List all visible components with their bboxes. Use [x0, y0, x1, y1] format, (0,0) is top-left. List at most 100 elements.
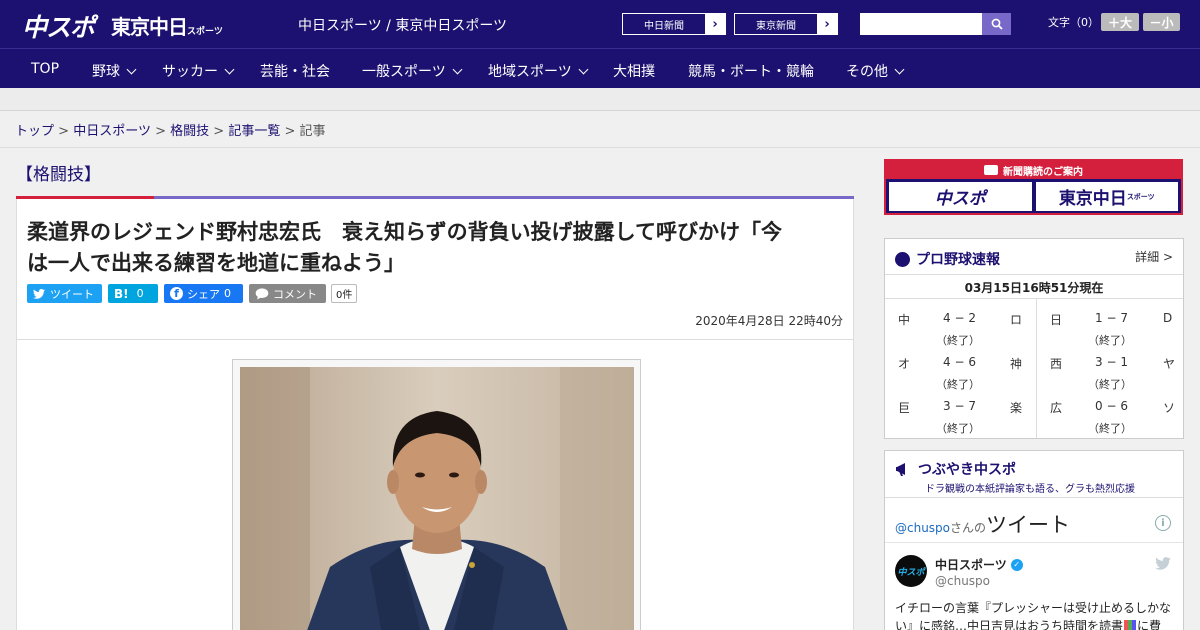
breadcrumb-martial-arts[interactable]: 格闘技 [170, 124, 209, 139]
nav-item-others[interactable]: その他 [846, 61, 905, 81]
facebook-icon: f [170, 287, 183, 300]
game-away-team: ロ [1010, 313, 1023, 327]
nav-item-top[interactable]: TOP [31, 61, 59, 77]
nav-label: 競馬・ボート・競輪 [688, 64, 814, 80]
twitter-handle-link[interactable]: @chuspo [895, 521, 950, 535]
headline-line-2: は一人で出来る練習を地道に重ねよう」 [27, 251, 405, 275]
article-card: 柔道界のレジェンド野村忠宏氏 衰え知らずの背負い投げ披露して呼びかけ「今 は一人… [16, 199, 854, 630]
game-home-team: オ [898, 357, 911, 371]
article-category: 【格闘技】 [16, 165, 101, 185]
chuspo-logo[interactable]: 中スポ [22, 8, 95, 44]
twitter-divider [885, 542, 1183, 543]
tokyo-chunichi-subscribe-logo[interactable]: 東京中日 スポーツ [1035, 182, 1178, 211]
chevron-down-icon [126, 64, 137, 74]
search-icon [991, 18, 1003, 30]
search-button[interactable] [982, 13, 1011, 35]
game-away-team: 楽 [1010, 401, 1023, 415]
game-status: （終了） [936, 378, 980, 391]
comment-button[interactable]: コメント [249, 284, 326, 303]
game-score: 3 − 7 [943, 399, 976, 413]
info-icon[interactable]: i [1155, 515, 1171, 531]
nav-item-sumo[interactable]: 大相撲 [613, 61, 655, 81]
facebook-count: 0 [224, 287, 231, 300]
tokyo-shimbun-link[interactable]: 東京新聞 › [734, 13, 838, 35]
twitter-timeline-header: @chuspoさんのツイート [895, 509, 1070, 539]
sub-bar [0, 88, 1200, 111]
twitter-box: つぶやき中スポ ドラ観戦の本紙評論家も語る、グラも熱烈応援 @chuspoさんの… [884, 450, 1184, 630]
twitter-bird-icon[interactable] [1155, 557, 1171, 570]
newspaper-icon [984, 165, 998, 175]
facebook-share-button[interactable]: f シェア 0 [164, 284, 243, 303]
person-portrait-image [240, 367, 634, 630]
article-photo-frame [232, 359, 641, 630]
game-away-team: 神 [1010, 357, 1023, 371]
account-avatar[interactable]: 中スポ [895, 555, 927, 587]
game-status: （終了） [1088, 378, 1132, 391]
breadcrumb-article-list[interactable]: 記事一覧 [228, 124, 280, 139]
nav-item-general-sports[interactable]: 一般スポーツ [362, 61, 463, 81]
article-date: 2020年4月28日 22時40分 [695, 314, 843, 328]
tokyo-chunichi-logo[interactable]: 東京中日スポーツ [111, 11, 223, 40]
chuspo-subscribe-logo[interactable]: 中スポ [889, 182, 1032, 211]
tokyo-shimbun-label: 東京新聞 [756, 20, 796, 32]
baseball-timestamp: 03月15日16時51分現在 [964, 281, 1104, 295]
nav-item-racing[interactable]: 競馬・ボート・競輪 [688, 61, 814, 81]
twitter-bird-icon [33, 288, 45, 299]
nav-item-regional-sports[interactable]: 地域スポーツ [488, 61, 589, 81]
account-name-row: 中日スポーツ ✓ [935, 556, 1023, 573]
account-handle: @chuspo [935, 574, 991, 588]
subscription-title-text: 新聞購読のご案内 [1003, 166, 1083, 178]
font-larger-button[interactable]: ＋大 [1101, 13, 1139, 31]
game-away-team: D [1163, 311, 1173, 325]
chevron-down-icon [452, 64, 463, 74]
search-input[interactable] [860, 13, 982, 35]
article-divider [17, 339, 853, 340]
nav-label: その他 [846, 64, 888, 80]
comment-count-badge: 0件 [331, 284, 358, 303]
breadcrumb-top[interactable]: トップ [15, 124, 54, 139]
chunichi-shimbun-link[interactable]: 中日新聞 › [622, 13, 726, 35]
breadcrumb-chunichi-sports[interactable]: 中日スポーツ [73, 124, 151, 139]
megaphone-icon [896, 463, 905, 476]
tweet-button[interactable]: ツイート [27, 284, 102, 303]
account-name[interactable]: 中日スポーツ [935, 556, 1007, 573]
game-score: 4 − 2 [943, 311, 976, 325]
headline-line-1: 柔道界のレジェンド野村忠宏氏 衰え知らずの背負い投げ披露して呼びかけ「今 [27, 220, 782, 244]
game-home-team: 広 [1050, 401, 1063, 415]
subscription-logos: 中スポ 東京中日 スポーツ [886, 179, 1181, 211]
breadcrumb-sep: > [213, 124, 225, 139]
facebook-share-label: シェア [187, 287, 220, 301]
twitter-handle-suffix: さんの [950, 521, 987, 535]
tweet-text: イチローの言葉『プレッシャーは受け止めるしかな い』に感銘…中日吉見はおうち時間… [895, 599, 1175, 630]
breadcrumb-divider [0, 147, 1200, 148]
twitter-tweets-word: ツイート [986, 513, 1071, 537]
chevron-right-icon: › [817, 14, 837, 34]
game-score: 3 − 1 [1095, 355, 1128, 369]
hatena-bookmark-button[interactable]: B! 0 [108, 284, 158, 303]
pro-baseball-title: プロ野球速報 [895, 249, 1000, 269]
tweet-line-2-tail: に費 [1137, 619, 1162, 630]
nav-label: サッカー [162, 64, 218, 80]
nav-item-entertainment[interactable]: 芸能・社会 [260, 61, 330, 81]
twitter-box-title: つぶやき中スポ [895, 459, 1016, 479]
tokyo-logo-text: 東京中日 [111, 15, 188, 39]
article-headline: 柔道界のレジェンド野村忠宏氏 衰え知らずの背負い投げ披露して呼びかけ「今 は一人… [27, 217, 847, 279]
tokyo-subscribe-small: スポーツ [1126, 192, 1155, 201]
nav-label: TOP [31, 61, 60, 77]
font-smaller-button[interactable]: －小 [1143, 13, 1180, 31]
breadcrumb: トップ > 中日スポーツ > 格闘技 > 記事一覧 > 記事 [15, 120, 326, 139]
article-photo[interactable] [240, 367, 634, 630]
game-status: （終了） [1088, 422, 1132, 435]
baseball-divider [885, 298, 1183, 299]
game-score: 4 − 6 [943, 355, 976, 369]
game-home-team: 西 [1050, 357, 1063, 371]
tokyo-logo-small: スポーツ [187, 27, 223, 37]
game-away-team: ソ [1163, 401, 1176, 415]
breadcrumb-sep: > [58, 124, 70, 139]
chevron-down-icon [578, 64, 589, 74]
game-status: （終了） [936, 334, 980, 347]
nav-item-soccer[interactable]: サッカー [162, 61, 235, 81]
subscription-banner[interactable]: 新聞購読のご案内 中スポ 東京中日 スポーツ [884, 159, 1183, 215]
baseball-detail-link[interactable]: 詳細 > [1135, 248, 1173, 265]
nav-item-baseball[interactable]: 野球 [92, 61, 137, 81]
